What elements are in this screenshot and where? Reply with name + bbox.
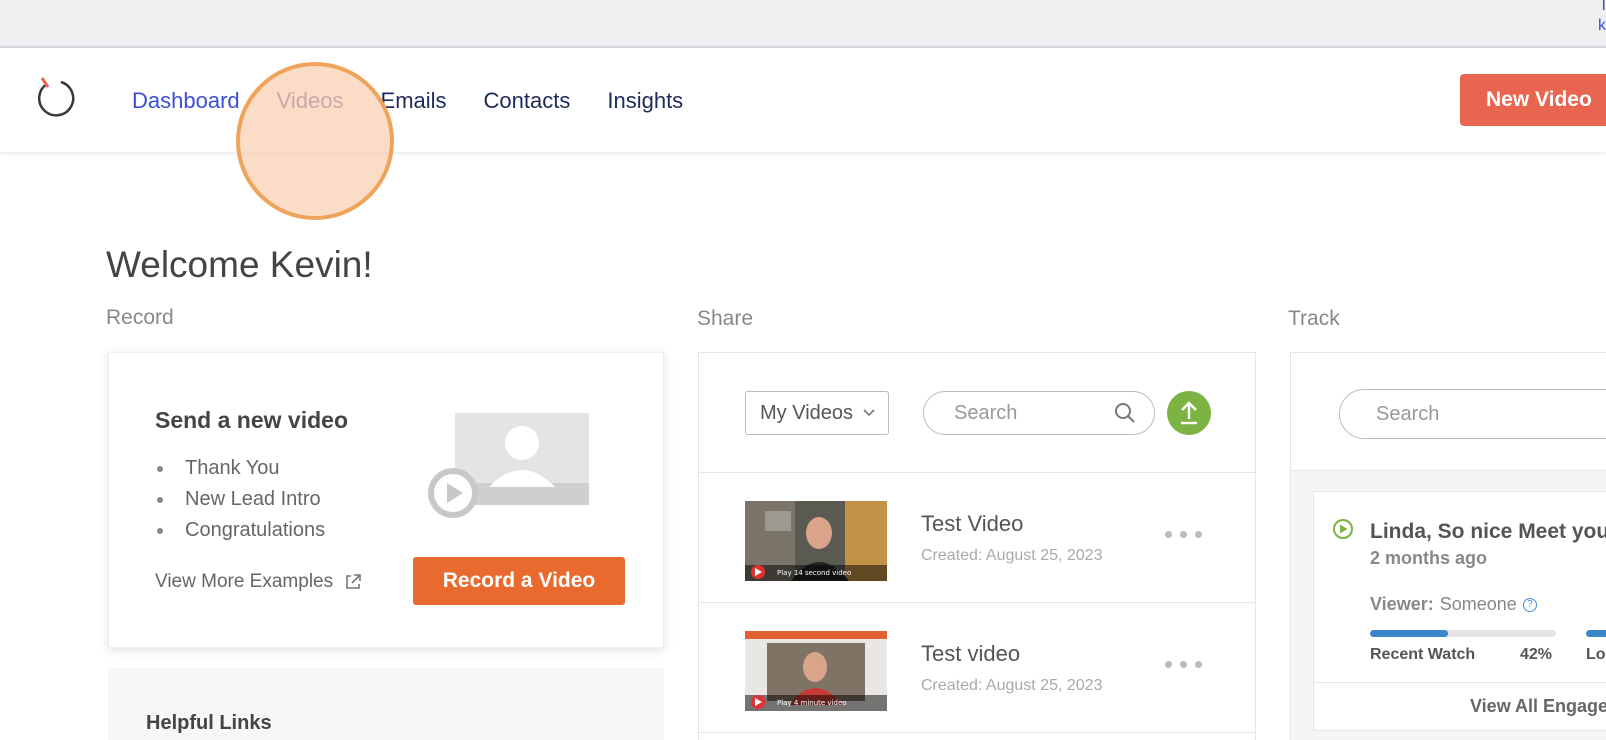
chevron-down-icon [863, 409, 875, 417]
watch-percent: 42% [1520, 646, 1553, 663]
nav-videos[interactable]: Videos [277, 88, 344, 114]
upload-button[interactable] [1167, 391, 1211, 435]
video-filter-value: My Videos [760, 402, 854, 424]
video-date: Created: August 25, 2023 [921, 547, 1103, 564]
track-search-input[interactable]: Search [1339, 389, 1606, 439]
more-options-icon[interactable] [1165, 531, 1202, 538]
help-icon[interactable]: ? [1522, 597, 1537, 612]
video-thumbnail[interactable]: Play 14 second video [745, 501, 887, 581]
play-circle-icon [1333, 519, 1353, 539]
new-video-button[interactable]: New Video [1460, 74, 1606, 126]
video-date: Created: August 25, 2023 [921, 677, 1103, 694]
video-title[interactable]: Test video [921, 641, 1020, 667]
viewer-info: Viewer: Someone ? [1370, 594, 1537, 615]
view-more-label: View More Examples [155, 571, 334, 592]
logo-icon[interactable] [34, 76, 76, 118]
section-label-track: Track [1288, 307, 1340, 330]
track-toolbar: Search [1291, 353, 1606, 471]
view-all-engagement-link[interactable]: View All Engage [1314, 682, 1606, 732]
viewer-value: Someone [1439, 594, 1517, 614]
nav-contacts[interactable]: Contacts [484, 88, 571, 114]
second-metric-label: Lo [1586, 646, 1606, 663]
nav-links: Dashboard Videos Emails Contacts Insight… [132, 88, 720, 114]
nav-insights[interactable]: Insights [607, 88, 683, 114]
welcome-heading: Welcome Kevin! [106, 244, 373, 285]
thumb-caption: Play 4 minute video [777, 699, 847, 707]
video-thumbnail[interactable]: Play 4 minute video [745, 631, 887, 711]
helpful-links-card: Helpful Links [108, 668, 664, 740]
track-search-placeholder: Search [1376, 403, 1440, 425]
nav-dashboard[interactable]: Dashboard [132, 88, 240, 114]
example-list: Thank You New Lead Intro Congratulations [156, 453, 325, 546]
external-link-icon [346, 574, 361, 589]
track-panel: Search Linda, So nice Meet you 2 months … [1290, 352, 1606, 740]
share-panel: My Videos Search Play 14 second video Te… [698, 352, 1256, 740]
search-icon [1115, 403, 1135, 423]
video-title[interactable]: Test Video [921, 511, 1023, 537]
share-search-input[interactable]: Search [923, 391, 1155, 435]
engagement-title[interactable]: Linda, So nice Meet you [1370, 520, 1606, 544]
edge-text-line-1: I [1601, 0, 1606, 14]
section-label-share: Share [697, 307, 754, 330]
main-nav: Dashboard Videos Emails Contacts Insight… [0, 48, 1606, 220]
example-item: Congratulations [156, 515, 325, 546]
nav-emails[interactable]: Emails [381, 88, 447, 114]
video-filter-select[interactable]: My Videos [745, 391, 889, 435]
watch-progress-bar [1370, 630, 1556, 637]
section-label-record: Record [106, 306, 174, 329]
record-card: Send a new video Thank You New Lead Intr… [108, 352, 664, 648]
upload-icon [1181, 401, 1197, 425]
share-toolbar: My Videos Search [699, 353, 1255, 473]
second-progress-bar [1586, 630, 1606, 637]
engagement-card[interactable]: Linda, So nice Meet you 2 months ago Vie… [1313, 491, 1606, 731]
share-search-placeholder: Search [954, 402, 1018, 424]
record-card-title: Send a new video [155, 407, 348, 433]
more-options-icon[interactable] [1165, 661, 1202, 668]
watch-progress-fill [1370, 630, 1449, 637]
helpful-links-title: Helpful Links [146, 712, 272, 734]
video-placeholder-illustration-icon [428, 413, 589, 518]
viewer-label: Viewer: [1370, 594, 1434, 614]
browser-top-strip: I k [0, 0, 1606, 48]
click-highlight-circle [236, 62, 394, 220]
example-item: Thank You [156, 453, 325, 484]
recent-watch-label: Recent Watch [1370, 646, 1476, 663]
edge-text-line-2: k [1598, 17, 1606, 34]
thumb-caption: Play 14 second video [777, 569, 851, 577]
record-video-button[interactable]: Record a Video [413, 557, 625, 605]
browser-edge-text: I k [1598, 0, 1606, 36]
view-more-examples-link[interactable]: View More Examples [155, 571, 363, 593]
engagement-time: 2 months ago [1370, 548, 1488, 568]
video-list-item[interactable]: Play 4 minute video Test video Created: … [699, 603, 1255, 733]
video-list-item[interactable]: Play 14 second video Test Video Created:… [699, 473, 1255, 603]
example-item: New Lead Intro [156, 484, 325, 515]
